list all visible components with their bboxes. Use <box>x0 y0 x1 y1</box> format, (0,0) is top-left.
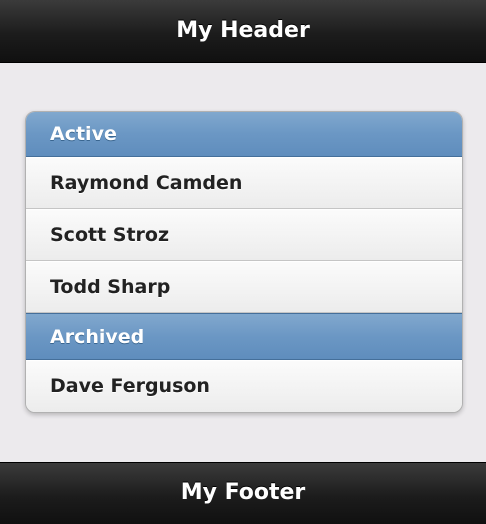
list-item[interactable]: Scott Stroz <box>26 209 462 261</box>
header-title: My Header <box>176 18 310 43</box>
list-divider-active: Active <box>26 112 462 157</box>
list-divider-archived: Archived <box>26 313 462 360</box>
list-item[interactable]: Dave Ferguson <box>26 360 462 412</box>
page-content: Active Raymond Camden Scott Stroz Todd S… <box>0 63 486 462</box>
list-view: Active Raymond Camden Scott Stroz Todd S… <box>25 111 463 413</box>
list-item[interactable]: Raymond Camden <box>26 157 462 209</box>
list-item[interactable]: Todd Sharp <box>26 261 462 313</box>
page-header: My Header <box>0 0 486 63</box>
footer-title: My Footer <box>180 480 306 505</box>
page-footer: My Footer <box>0 462 486 524</box>
